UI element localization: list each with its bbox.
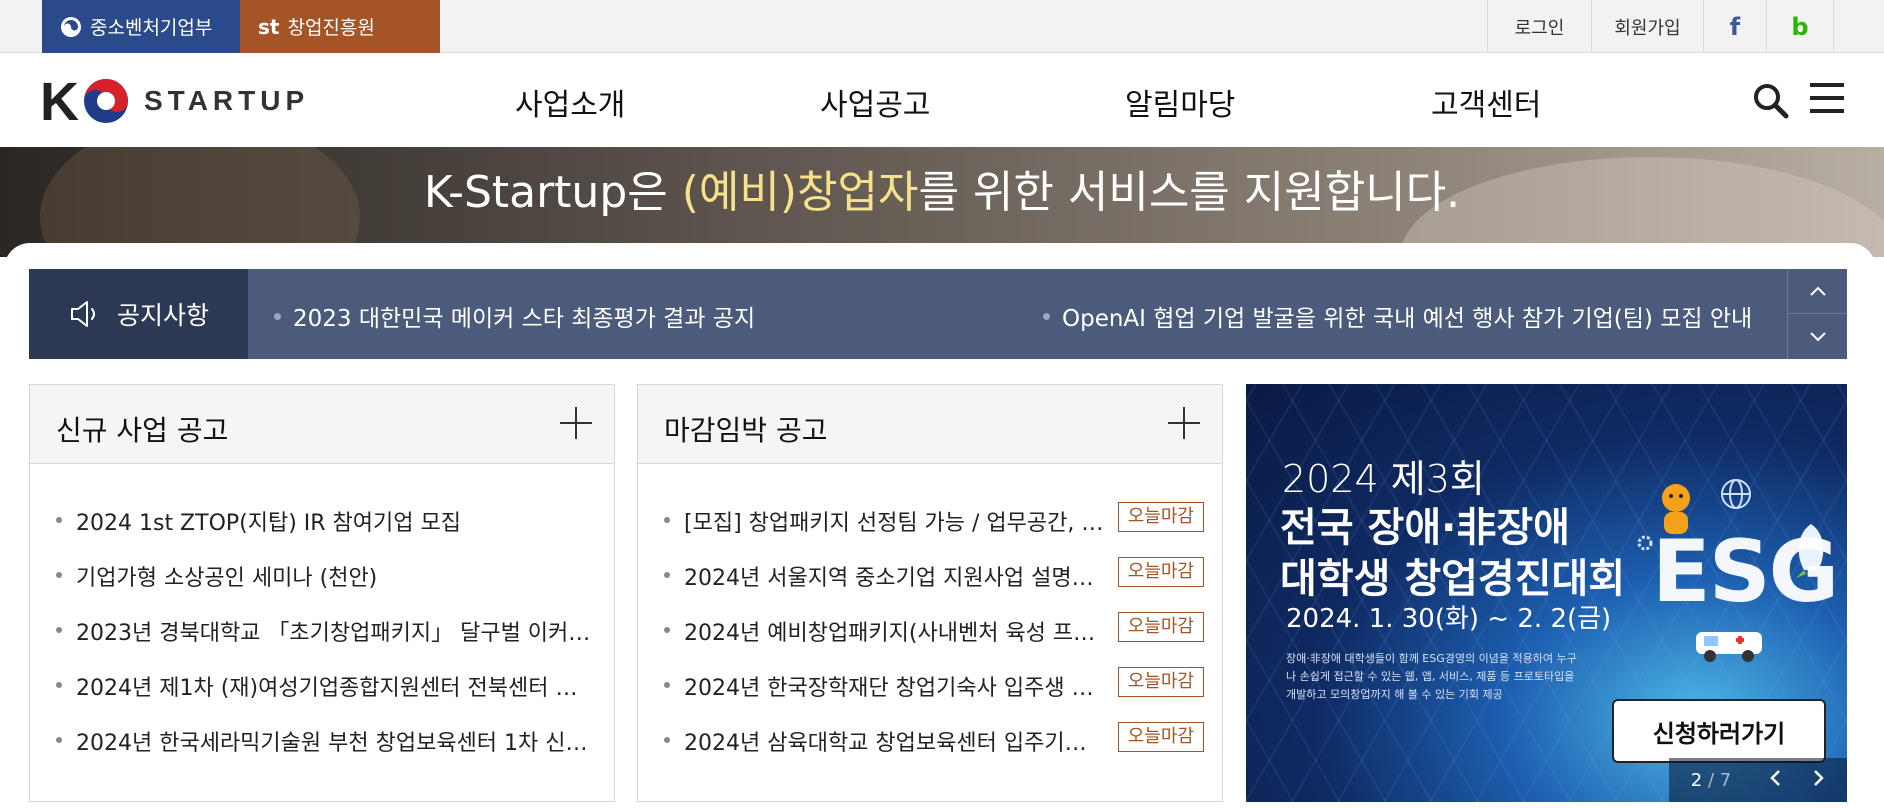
nav-item-notices[interactable]: 알림마당	[1125, 80, 1235, 124]
list-item[interactable]: 2024년 삼육대학교 창업보육센터 입주기업 모집 오늘마감	[664, 722, 1204, 780]
hero-slogan: K-Startup은 (예비)창업자를 위한 서비스를 지원합니다.	[423, 167, 1461, 218]
board-title: 신규 사업 공고	[56, 414, 229, 447]
deadline-badge: 오늘마감	[1117, 502, 1204, 532]
list-item[interactable]: 2024년 예비창업패키지(사내벤처 육성 프로그램) 모집오늘마감	[664, 612, 1204, 670]
apply-button[interactable]: 신청하러가기	[1612, 699, 1826, 763]
list-item[interactable]: 2024년 서울지역 중소기업 지원사업 설명회 참가기업 모집오늘마감	[664, 557, 1204, 615]
notice-label: 공지사항	[117, 301, 210, 330]
deadline-badge: 오늘마감	[1117, 667, 1204, 697]
login-link[interactable]: 로그인	[1487, 0, 1591, 53]
top-utility-bar: 중소벤처기업부 st 창업진흥원 로그인 회원가입 f b	[0, 0, 1884, 53]
list-item[interactable]: [모집] 창업패키지 선정팀 가능 / 업무공간, 멘토링 지원오늘마감	[664, 502, 1204, 560]
list-item[interactable]: 2024년 제1차 (재)여성기업종합지원센터 전북센터 입주기업 모집	[56, 670, 596, 725]
chevron-left-icon	[1770, 769, 1780, 786]
signup-link[interactable]: 회원가입	[1591, 0, 1703, 53]
utility-links: 로그인 회원가입 f b	[1487, 0, 1884, 53]
more-plus-icon[interactable]	[1168, 407, 1200, 439]
chevron-down-icon	[1809, 331, 1826, 341]
search-icon[interactable]	[1751, 81, 1791, 121]
banner-prev-button[interactable]	[1753, 768, 1797, 793]
list-item[interactable]: 2024년 한국세라믹기술원 부천 창업보육센터 1차 신규 입주기업 모집	[56, 725, 596, 780]
megaphone-icon	[71, 301, 95, 327]
promo-banner[interactable]: 2024 제3회 전국 장애·非장애 대학생 창업경진대회 2024. 1. 3…	[1246, 384, 1847, 802]
deadline-badge: 오늘마감	[1117, 557, 1204, 587]
banner-description: 장애·非장애 대학생들이 함께 ESG경영의 이념을 적용하여 누구나 손쉽게 …	[1286, 652, 1577, 701]
blog-icon[interactable]: b	[1766, 0, 1834, 53]
chevron-right-icon	[1814, 769, 1824, 786]
ambulance-illustration-icon	[1696, 632, 1762, 662]
deadline-list: [모집] 창업패키지 선정팀 가능 / 업무공간, 멘토링 지원오늘마감 202…	[664, 502, 1204, 780]
notice-item[interactable]: OpenAI 협업 기업 발굴을 위한 국내 예선 행사 참가 기업(팀) 모집…	[1043, 299, 1752, 333]
board-title: 마감임박 공고	[664, 414, 828, 447]
announcement-list: 2024 1st ZTOP(지탑) IR 참여기업 모집 기업가형 소상공인 세…	[56, 505, 596, 780]
list-item[interactable]: 2024 1st ZTOP(지탑) IR 참여기업 모집	[56, 505, 596, 560]
deadline-badge: 오늘마감	[1117, 722, 1204, 752]
hero-banner: K-Startup은 (예비)창업자를 위한 서비스를 지원합니다.	[0, 147, 1884, 257]
notice-ticker: 공지사항 2023 대한민국 메이커 스타 최종평가 결과 공지 OpenAI …	[29, 269, 1847, 359]
hamburger-icon[interactable]	[1810, 83, 1846, 117]
notice-heading[interactable]: 공지사항	[29, 269, 248, 359]
banner-title-line2: 대학생 창업경진대회	[1280, 556, 1626, 602]
banner-page-count: 2 / 7	[1690, 769, 1732, 791]
facebook-icon[interactable]: f	[1703, 0, 1766, 53]
more-plus-icon[interactable]	[560, 407, 592, 439]
ministry-link[interactable]: 중소벤처기업부	[42, 0, 240, 53]
list-item[interactable]: 2023년 경북대학교 「초기창업패키지」 달구벌 이커머스 지원사업 참여기업…	[56, 615, 596, 670]
agency-label: 창업진흥원	[287, 17, 375, 39]
list-item[interactable]: 2024년 한국장학재단 창업기숙사 입주생 모집 오늘마감	[664, 667, 1204, 725]
nav-item-about[interactable]: 사업소개	[515, 80, 625, 124]
banner-esg-mark: ESG	[1652, 522, 1839, 622]
deadline-badge: 오늘마감	[1117, 612, 1204, 642]
notice-next-button[interactable]	[1788, 314, 1847, 359]
nav-item-announcements[interactable]: 사업공고	[820, 80, 930, 124]
banner-date: 2024. 1. 30(화) ~ 2. 2(금)	[1286, 604, 1612, 634]
list-item[interactable]: 기업가형 소상공인 세미나 (천안)	[56, 560, 596, 615]
new-announcements-board: 신규 사업 공고 2024 1st ZTOP(지탑) IR 참여기업 모집 기업…	[29, 384, 615, 802]
board-header: 마감임박 공고	[638, 385, 1222, 464]
notice-prev-button[interactable]	[1788, 269, 1847, 314]
main-navigation: 사업소개 사업공고 알림마당 고객센터	[0, 53, 1884, 147]
board-header: 신규 사업 공고	[30, 385, 614, 464]
ministry-emblem-icon	[61, 16, 81, 37]
nav-item-support[interactable]: 고객센터	[1431, 80, 1541, 124]
notice-controls	[1787, 269, 1847, 359]
ministry-label: 중소벤처기업부	[90, 17, 213, 39]
agency-link[interactable]: st 창업진흥원	[240, 0, 440, 53]
banner-next-button[interactable]	[1797, 768, 1841, 793]
banner-title-line1: 전국 장애·非장애	[1280, 505, 1570, 551]
chevron-up-icon	[1809, 286, 1826, 296]
agency-logo-icon: st	[258, 14, 280, 39]
banner-pager: 2 / 7	[1669, 758, 1847, 802]
hero-highlight: (예비)창업자	[681, 167, 919, 218]
deadline-announcements-board: 마감임박 공고 [모집] 창업패키지 선정팀 가능 / 업무공간, 멘토링 지원…	[637, 384, 1223, 802]
site-header: K STARTUP 사업소개 사업공고 알림마당 고객센터	[0, 53, 1884, 147]
globe-icon	[1721, 479, 1751, 509]
notice-item[interactable]: 2023 대한민국 메이커 스타 최종평가 결과 공지	[274, 299, 755, 333]
